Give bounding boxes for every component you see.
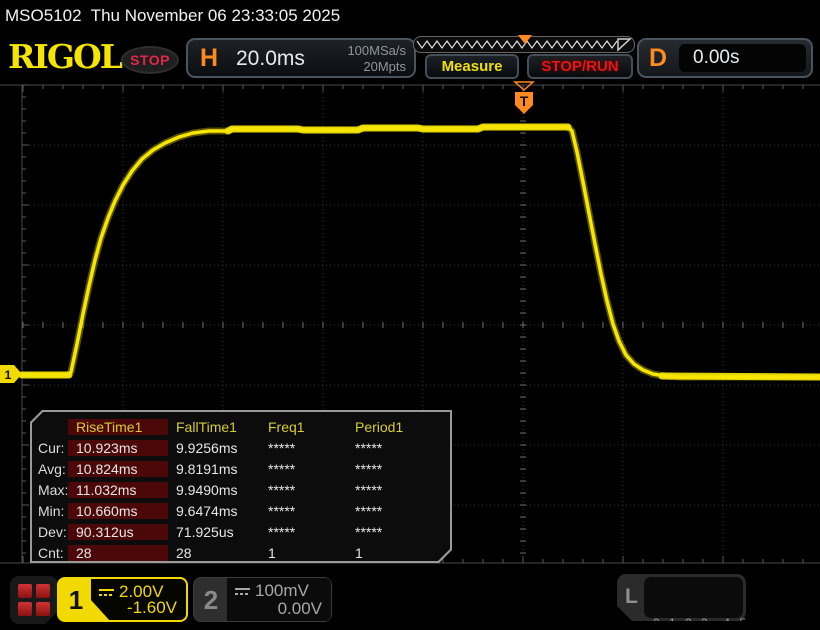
channel-2-body: 100mV 0.00V (227, 578, 331, 621)
measure-value: 9.8191ms (176, 460, 238, 477)
measure-value: 10.660ms (68, 503, 168, 519)
measure-row-label: Min: (38, 502, 65, 519)
channel-2-number: 2 (203, 585, 219, 615)
apps-grid-square (36, 602, 50, 616)
trigger-delay-box[interactable]: D 0.00s (637, 38, 813, 78)
trigger-position-icon (518, 35, 532, 44)
measure-value: 71.925us (176, 523, 234, 540)
channel-1-box[interactable]: 1 2.00V -1.60V (57, 577, 188, 622)
trigger-marker-icon: T (513, 81, 535, 114)
measure-value: 9.6474ms (176, 502, 238, 519)
oscilloscope-screen: 1 T MSO5102 Thu November 06 23:33:05 2025… (0, 0, 820, 630)
measure-row-label: Avg: (38, 460, 66, 477)
measure-value: 1 (355, 544, 363, 561)
measure-value: 10.923ms (68, 440, 168, 456)
apps-grid-icon[interactable] (10, 576, 58, 624)
apps-grid-square (36, 584, 50, 598)
horizontal-settings-box[interactable]: H 20.0ms 100MSa/s 20Mpts (186, 38, 416, 78)
measure-value: ***** (268, 460, 296, 477)
measure-row-label: Dev: (38, 523, 67, 540)
measure-value: ***** (268, 523, 296, 540)
apps-grid-square (18, 584, 32, 598)
measure-value: ***** (268, 481, 296, 498)
measure-column-header[interactable]: FallTime1 (168, 419, 260, 435)
channel-1-number: 1 (68, 585, 84, 615)
measure-value: ***** (268, 439, 296, 456)
logic-channel-numbers: 0 1 2 3 4 5 6 7 8 9 1011 12131415 (644, 577, 743, 618)
measure-column-header[interactable]: RiseTime1 (68, 419, 168, 435)
channel-2-box[interactable]: 100mV 0.00V 2 (193, 577, 332, 622)
measurement-panel[interactable]: RiseTime1 FallTime1 Freq1 Period1 Cur: 10.923… (30, 410, 452, 563)
rigol-logo: RIGOL (8, 37, 123, 76)
measure-value: ***** (268, 502, 296, 519)
measure-row-label: Cur: (38, 439, 65, 456)
stop-run-button[interactable]: STOP/RUN (527, 54, 633, 79)
measure-value: ***** (355, 523, 383, 540)
logic-channels-box[interactable]: L 0 1 2 3 4 5 6 7 8 9 1011 12131415 (617, 574, 746, 621)
measure-value: 9.9490ms (176, 481, 238, 498)
measure-row: Max: 11.032ms 9.9490ms ***** ***** (36, 479, 450, 500)
measure-value: 28 (176, 544, 192, 561)
measure-value: ***** (355, 502, 383, 519)
measure-value: 28 (68, 545, 168, 561)
measure-button[interactable]: Measure (425, 54, 519, 79)
channel-2-offset: 0.00V (277, 599, 322, 618)
measure-column-header[interactable]: Freq1 (260, 419, 347, 435)
timebase-value[interactable]: 20.0ms (236, 47, 305, 71)
measure-row-label: Cnt: (38, 544, 64, 561)
measure-value: 90.312us (68, 524, 168, 540)
measure-column-header[interactable]: Period1 (347, 419, 434, 435)
memory-depth: 20Mpts (363, 59, 406, 74)
measure-value: 9.9256ms (176, 439, 238, 456)
measure-value: 1 (268, 544, 276, 561)
measure-row: Min: 10.660ms 9.6474ms ***** ***** (36, 500, 450, 521)
apps-grid-square (18, 602, 32, 616)
sample-rate: 100MSa/s (347, 43, 406, 58)
measure-row: Dev: 90.312us 71.925us ***** ***** (36, 521, 450, 542)
sample-rate-memdepth: 100MSa/s 20Mpts (347, 43, 406, 75)
device-title: MSO5102 Thu November 06 23:33:05 2025 (5, 6, 341, 25)
run-state-badge[interactable]: STOP (121, 46, 179, 74)
channel-1-offset: -1.60V (126, 598, 177, 617)
measure-value: ***** (355, 439, 383, 456)
measure-row: Cnt: 28 28 1 1 (36, 542, 450, 563)
dc-coupling-icon (99, 588, 114, 596)
measure-row: Cur: 10.923ms 9.9256ms ***** ***** (36, 437, 450, 458)
svg-text:1: 1 (5, 368, 12, 382)
channel-2-scale: 100mV (255, 581, 309, 600)
svg-text:T: T (520, 93, 529, 109)
measure-row-label: Max: (38, 481, 69, 498)
horizontal-label: H (200, 44, 219, 72)
measure-value: 10.824ms (68, 461, 168, 477)
measurement-table: RiseTime1 FallTime1 Freq1 Period1 Cur: 10.923… (32, 412, 450, 561)
measure-value: ***** (355, 481, 383, 498)
dc-coupling-icon (235, 587, 250, 595)
ch1-ground-marker-icon: 1 (0, 365, 22, 383)
channel-2-scale-row: 100mV (235, 581, 309, 601)
memory-bar-end-flag-icon (617, 38, 632, 52)
delay-label: D (649, 44, 668, 72)
logic-label: L (625, 585, 638, 608)
measure-header-row: RiseTime1 FallTime1 Freq1 Period1 (36, 416, 450, 437)
measure-value: ***** (355, 460, 383, 477)
memory-waveform-bar[interactable] (413, 35, 635, 53)
ch1-trace (18, 123, 820, 381)
measure-row: Avg: 10.824ms 9.8191ms ***** ***** (36, 458, 450, 479)
delay-value[interactable]: 0.00s (679, 44, 806, 72)
measure-value: 11.032ms (68, 482, 168, 498)
